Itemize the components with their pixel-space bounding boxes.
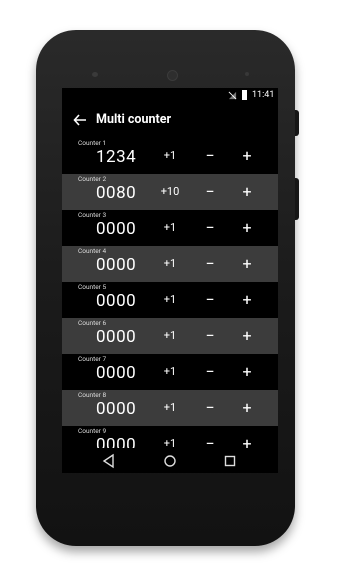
volume-button[interactable] xyxy=(295,178,299,220)
counter-row: Counter 6 0000 +1 − + xyxy=(62,318,278,354)
increment-step-button[interactable]: +1 xyxy=(148,293,192,306)
counter-value: 0000 xyxy=(96,291,137,311)
decrement-button[interactable]: − xyxy=(200,182,220,201)
increment-button[interactable]: + xyxy=(237,254,257,273)
counter-label: Counter 5 xyxy=(78,283,107,291)
status-bar: 11:41 xyxy=(62,88,278,104)
increment-step-button[interactable]: +1 xyxy=(148,221,192,234)
home-circle-icon[interactable] xyxy=(161,452,179,470)
back-triangle-icon[interactable] xyxy=(100,452,118,470)
counter-label: Counter 4 xyxy=(78,247,107,255)
counter-value: 1234 xyxy=(96,147,137,167)
increment-button[interactable]: + xyxy=(237,146,257,165)
counter-value: 0080 xyxy=(96,183,137,203)
counter-row: Counter 1 1234 +1 − + xyxy=(62,138,278,174)
battery-icon xyxy=(242,90,247,100)
increment-button[interactable]: + xyxy=(237,362,257,381)
increment-button[interactable]: + xyxy=(237,290,257,309)
increment-step-button[interactable]: +1 xyxy=(148,149,192,162)
increment-step-button[interactable]: +1 xyxy=(148,329,192,342)
increment-step-button[interactable]: +10 xyxy=(148,185,192,198)
status-time: 11:41 xyxy=(252,90,275,100)
counter-row: Counter 8 0000 +1 − + xyxy=(62,390,278,426)
counter-row: Counter 7 0000 +1 − + xyxy=(62,354,278,390)
counter-label: Counter 7 xyxy=(78,355,107,363)
app-bar: Multi counter xyxy=(62,104,278,138)
increment-button[interactable]: + xyxy=(237,398,257,417)
page-title: Multi counter xyxy=(96,112,172,127)
power-button[interactable] xyxy=(295,110,299,136)
decrement-button[interactable]: − xyxy=(200,146,220,165)
counter-value: 0000 xyxy=(96,327,137,347)
counter-label: Counter 6 xyxy=(78,319,107,327)
increment-button[interactable]: + xyxy=(237,326,257,345)
increment-step-button[interactable]: +1 xyxy=(148,365,192,378)
counter-label: Counter 8 xyxy=(78,391,107,399)
counter-row: Counter 5 0000 +1 − + xyxy=(62,282,278,318)
counter-label: Counter 9 xyxy=(78,427,107,435)
increment-step-button[interactable]: +1 xyxy=(148,257,192,270)
no-signal-icon xyxy=(228,91,237,100)
speaker-icon xyxy=(92,72,98,77)
counter-value: 0000 xyxy=(96,363,137,383)
counter-value: 0000 xyxy=(96,219,137,239)
counter-row: Counter 2 0080 +10 − + xyxy=(62,174,278,210)
counter-label: Counter 1 xyxy=(78,139,107,147)
decrement-button[interactable]: − xyxy=(200,290,220,309)
decrement-button[interactable]: − xyxy=(200,218,220,237)
increment-button[interactable]: + xyxy=(237,218,257,237)
counter-value: 0000 xyxy=(96,399,137,419)
counter-label: Counter 2 xyxy=(78,175,107,183)
counter-row: Counter 4 0000 +1 − + xyxy=(62,246,278,282)
counter-list: Counter 1 1234 +1 − + Counter 2 0080 +10… xyxy=(62,138,278,462)
counter-value: 0000 xyxy=(96,255,137,275)
decrement-button[interactable]: − xyxy=(200,362,220,381)
recents-square-icon[interactable] xyxy=(221,452,239,470)
increment-button[interactable]: + xyxy=(237,182,257,201)
camera-icon xyxy=(167,70,178,81)
navigation-bar xyxy=(62,448,278,473)
counter-row: Counter 3 0000 +1 − + xyxy=(62,210,278,246)
arrow-left-icon[interactable] xyxy=(72,112,88,128)
decrement-button[interactable]: − xyxy=(200,326,220,345)
sensor-icon xyxy=(245,72,249,76)
decrement-button[interactable]: − xyxy=(200,398,220,417)
counter-label: Counter 3 xyxy=(78,211,107,219)
decrement-button[interactable]: − xyxy=(200,254,220,273)
screen: 11:41 Multi counter Counter 1 1234 +1 − … xyxy=(62,88,278,473)
increment-step-button[interactable]: +1 xyxy=(148,401,192,414)
